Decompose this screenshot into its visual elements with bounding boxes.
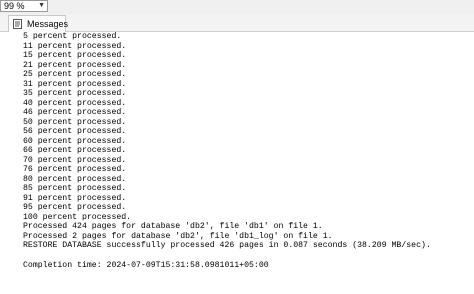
messages-pane[interactable]: 5 percent processed. 11 percent processe… bbox=[0, 32, 474, 294]
zoom-value: 99 % bbox=[4, 1, 25, 11]
message-line: 100 percent processed. bbox=[23, 212, 132, 222]
message-line: 25 percent processed. bbox=[23, 70, 127, 79]
message-line: 21 percent processed. bbox=[23, 60, 127, 70]
message-line: 85 percent processed. bbox=[23, 184, 127, 193]
zoom-dropdown[interactable]: 99 % ▼ bbox=[0, 0, 48, 12]
completion-time-line: Completion time: 2024-07-09T15:31:58.098… bbox=[23, 261, 269, 270]
message-line: 56 percent processed. bbox=[23, 127, 127, 136]
message-line: RESTORE DATABASE successfully processed … bbox=[23, 241, 431, 250]
chevron-down-icon[interactable]: ▼ bbox=[38, 1, 45, 11]
message-line: Processed 2 pages for database 'db2', fi… bbox=[23, 231, 333, 241]
message-line: 15 percent processed. bbox=[23, 51, 127, 60]
message-line: 60 percent processed. bbox=[23, 136, 127, 146]
message-line: 31 percent processed. bbox=[23, 79, 127, 89]
message-line: 76 percent processed. bbox=[23, 165, 127, 174]
message-line: Processed 424 pages for database 'db2', … bbox=[23, 222, 323, 231]
tab-messages[interactable]: Messages bbox=[8, 15, 69, 32]
message-line: 50 percent processed. bbox=[23, 117, 127, 127]
message-line: 95 percent processed. bbox=[23, 203, 127, 212]
message-line: 40 percent processed. bbox=[23, 98, 127, 108]
message-line: 66 percent processed. bbox=[23, 146, 127, 155]
message-line: 5 percent processed. bbox=[23, 32, 122, 41]
message-line: 11 percent processed. bbox=[23, 41, 127, 51]
zoom-toolbar: 99 % ▼ bbox=[0, 0, 474, 14]
tab-messages-label: Messages bbox=[27, 19, 69, 29]
message-line: 91 percent processed. bbox=[23, 193, 127, 203]
message-line: 35 percent processed. bbox=[23, 89, 127, 98]
message-line: 80 percent processed. bbox=[23, 174, 127, 184]
message-line: 46 percent processed. bbox=[23, 108, 127, 117]
message-line: 70 percent processed. bbox=[23, 155, 127, 165]
results-tabstrip: Messages bbox=[0, 14, 474, 32]
messages-icon bbox=[13, 19, 22, 29]
